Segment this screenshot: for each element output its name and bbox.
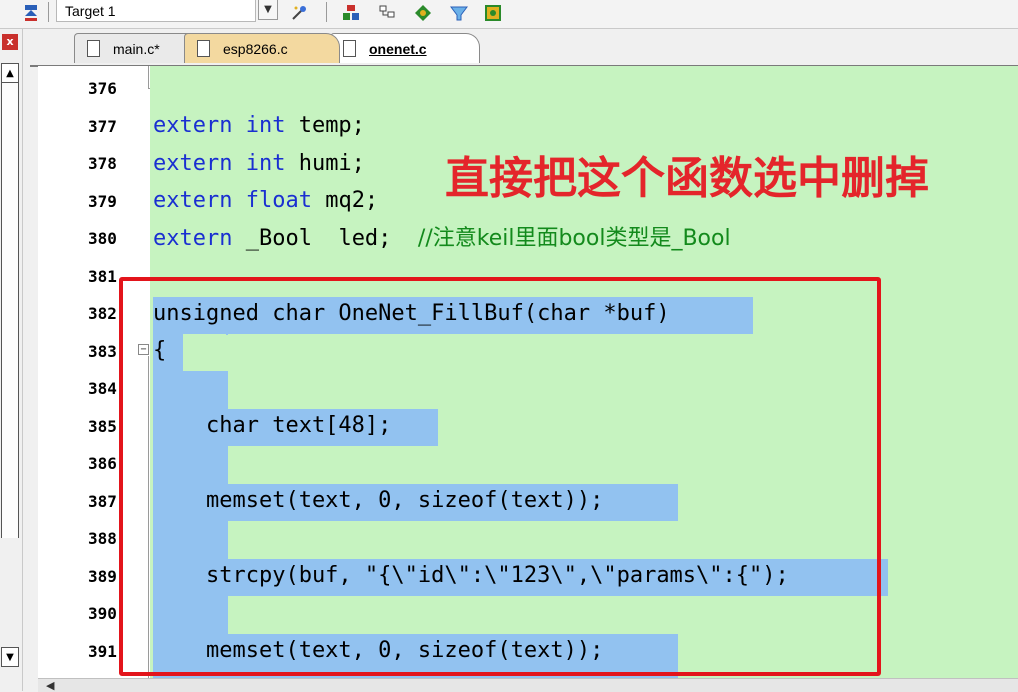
tab-label: main.c*	[113, 41, 160, 57]
run-time-environment-icon[interactable]	[482, 2, 504, 24]
toolbar: Target 1 ▼	[0, 0, 1018, 29]
horizontal-scrollbar[interactable]: ◀	[38, 678, 1018, 692]
toolbar-separator	[48, 2, 49, 22]
keyword: extern	[153, 226, 233, 251]
line-number: 377	[88, 117, 117, 136]
keyword: extern float	[153, 188, 312, 213]
code-line: extern _Bool led; //注意keil里面bool类型是_Bool	[153, 224, 731, 254]
keyword: extern int	[153, 151, 286, 176]
document-icon	[197, 40, 210, 57]
scroll-down-icon[interactable]: ▼	[1, 647, 19, 667]
tab-onenet-c[interactable]: onenet.c	[330, 33, 480, 63]
code-line: extern float mq2;	[153, 186, 378, 216]
line-number: 376	[88, 79, 117, 98]
select-packs-icon[interactable]	[448, 2, 470, 24]
code-text: humi;	[285, 151, 365, 176]
download-icon[interactable]	[20, 2, 42, 24]
annotation-text: 直接把这个函数选中删掉	[445, 153, 929, 204]
pack-installer-icon[interactable]	[412, 2, 434, 24]
code-line: extern int humi;	[153, 149, 365, 179]
line-number: 379	[88, 192, 117, 211]
manage-components-icon[interactable]	[340, 2, 362, 24]
close-icon[interactable]: x	[2, 34, 18, 50]
editor-tab-bar: main.c* onenet.c esp8266.c	[30, 29, 1018, 67]
code-text: _Bool led;	[232, 226, 418, 251]
file-extensions-icon[interactable]	[376, 2, 398, 24]
tab-label: esp8266.c	[223, 41, 288, 57]
code-text: temp;	[285, 113, 365, 138]
line-number: 378	[88, 154, 117, 173]
code-comment: //注意keil里面bool类型是_Bool	[417, 226, 731, 251]
project-panel-edge: x ▲ ▼	[0, 29, 23, 691]
vertical-scrollbar[interactable]	[1, 83, 19, 538]
document-icon	[343, 40, 356, 57]
target-select[interactable]: Target 1	[56, 0, 256, 22]
scroll-left-icon[interactable]: ◀	[46, 679, 54, 692]
tab-label: onenet.c	[369, 41, 427, 57]
tab-esp8266-c[interactable]: esp8266.c	[184, 33, 340, 63]
scroll-up-icon[interactable]: ▲	[1, 63, 19, 83]
keyword: extern int	[153, 113, 286, 138]
line-number: 380	[88, 229, 117, 248]
fold-guide	[148, 66, 149, 88]
chevron-down-icon[interactable]: ▼	[258, 0, 278, 20]
document-icon	[87, 40, 100, 57]
options-wand-icon[interactable]	[288, 2, 310, 24]
highlight-box	[119, 277, 881, 676]
code-text: mq2;	[311, 188, 379, 213]
toolbar-separator	[326, 2, 327, 22]
code-line: extern int temp;	[153, 111, 365, 141]
